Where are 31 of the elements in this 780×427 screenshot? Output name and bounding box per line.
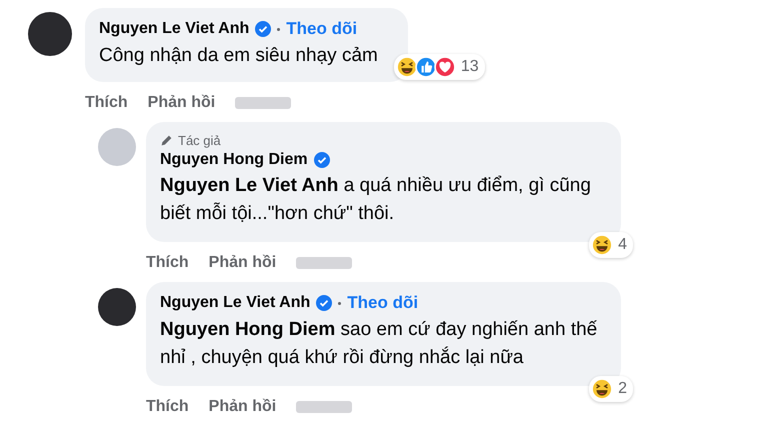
avatar[interactable] <box>28 12 72 56</box>
author-label: Tác giả <box>178 133 221 148</box>
reaction-summary[interactable]: 13 <box>394 54 485 80</box>
avatar[interactable] <box>98 288 136 326</box>
author-name[interactable]: Nguyen Hong Diem <box>160 151 308 169</box>
action-link[interactable]: Phản hồi <box>208 254 276 272</box>
comment-text: Nguyen Le Viet Anh a quá nhiều ưu điểm, gì cũng biết mỗi tội..."hơn chứ" thôi. <box>160 174 592 226</box>
reaction-count: 2 <box>618 380 627 398</box>
follow-link[interactable]: Theo dõi <box>286 19 358 39</box>
action-link[interactable]: Thích <box>85 94 128 112</box>
blurred-timestamp <box>296 257 352 269</box>
blurred-timestamp <box>235 97 292 109</box>
action-link[interactable]: Thích <box>146 398 189 416</box>
laughing-face-icon <box>591 234 614 256</box>
comment-text: Công nhận da em siêu nhạy cảm <box>99 44 378 68</box>
author-name[interactable]: Nguyen Le Viet Anh <box>160 294 310 312</box>
laughing-face-icon <box>396 56 418 78</box>
laughing-face-icon <box>591 378 614 400</box>
action-link[interactable]: Phản hồi <box>208 398 276 416</box>
comment-text: Nguyen Hong Diem sao em cứ đay nghiến anh thế nhỉ , chuyện quá khứ rồi đừng nhắc lại nữa <box>160 318 598 370</box>
pencil-icon <box>160 134 173 147</box>
follow-link[interactable]: Theo dõi <box>347 293 418 313</box>
reaction-count: 4 <box>618 236 627 254</box>
author-name[interactable]: Nguyen Le Viet Anh <box>99 20 250 38</box>
reaction-count: 13 <box>460 58 479 76</box>
action-link[interactable]: Thích <box>146 254 189 272</box>
thumbs-up-icon <box>414 56 437 78</box>
action-link[interactable]: Phản hồi <box>148 94 216 112</box>
reaction-summary[interactable]: 2 <box>589 376 633 402</box>
blurred-timestamp <box>296 401 352 413</box>
reaction-summary[interactable]: 4 <box>589 232 633 258</box>
